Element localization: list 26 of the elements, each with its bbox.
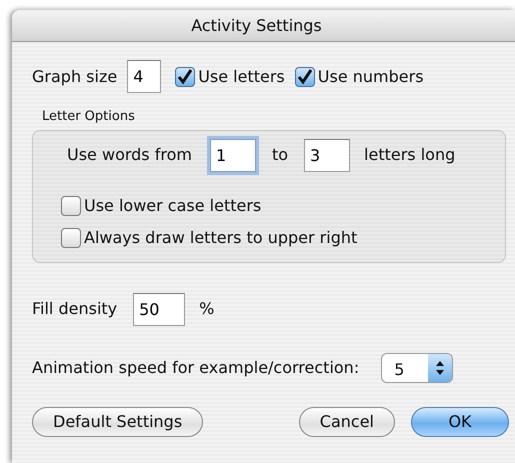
window-title: Activity Settings [191,14,322,36]
button[interactable]: OK [411,406,509,436]
field-label: Graph size [32,66,118,88]
checkbox-label[interactable]: Use numbers [318,64,424,88]
checkbox[interactable] [175,66,196,86]
text-field[interactable]: 3 [304,138,350,172]
checkbox-label[interactable]: Use lower case letters [84,194,262,218]
text-field[interactable]: 50 [133,292,186,326]
button[interactable]: Default Settings [32,406,204,436]
field-label: Animation speed for example/correction: [32,356,360,378]
field-label: to [272,144,288,166]
checkbox-label[interactable]: Always draw letters to upper right [84,226,358,250]
field-label: Use words from [67,144,192,166]
checkbox[interactable] [61,228,81,248]
button[interactable]: Cancel [298,406,395,436]
popup-button[interactable]: 5 [381,352,454,382]
checkbox[interactable] [61,196,81,216]
checkbox[interactable] [294,66,315,86]
field-label: Fill density [32,298,118,320]
group-title: Letter Options [42,108,135,126]
text-field[interactable]: 4 [127,60,162,93]
unit-label: % [199,298,214,320]
text-field[interactable]: 1 [210,138,256,172]
stepper-arrows-icon [428,354,452,382]
field-label: letters long [364,144,456,166]
checkbox-label[interactable]: Use letters [198,64,285,88]
